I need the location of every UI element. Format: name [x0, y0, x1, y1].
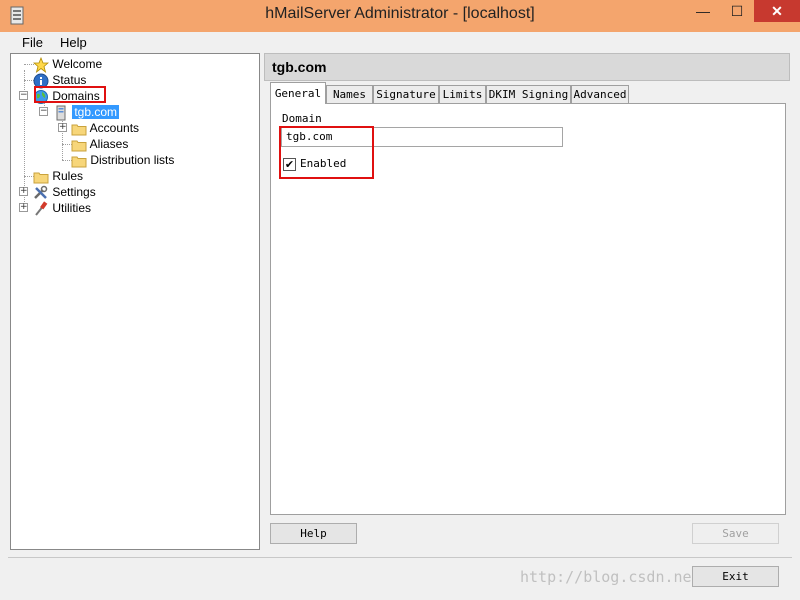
navigation-tree: Welcome Status − Domains − tgb.com + Acc… [10, 53, 260, 550]
tree-item-label: Utilities [52, 201, 92, 215]
collapse-domains-toggle[interactable]: − [19, 91, 28, 100]
menu-bar: File Help [8, 33, 792, 51]
tree-item-aliases[interactable]: Aliases [71, 136, 128, 152]
tree-item-label: Status [52, 73, 87, 87]
folder-icon [71, 156, 87, 168]
tree-item-label: Welcome [52, 57, 103, 71]
tree-item-welcome[interactable]: Welcome [33, 56, 103, 73]
help-button[interactable]: Help [270, 523, 357, 544]
star-icon [33, 56, 49, 73]
title-bar: hMailServer Administrator - [localhost] … [0, 0, 800, 32]
window-title: hMailServer Administrator - [localhost] [265, 5, 535, 22]
panel-header: tgb.com [264, 53, 790, 81]
tools-icon [34, 185, 48, 199]
tab-general[interactable]: General [270, 82, 326, 104]
menu-help[interactable]: Help [60, 35, 87, 50]
tree-item-label: Rules [52, 169, 84, 183]
tree-item-label: Settings [52, 185, 96, 199]
expand-settings-toggle[interactable]: + [19, 187, 28, 196]
expand-utilities-toggle[interactable]: + [19, 203, 28, 212]
exit-button[interactable]: Exit [692, 566, 779, 587]
annotation-box [279, 126, 374, 179]
folder-icon [71, 140, 87, 152]
tab-dkim-signing[interactable]: DKIM Signing [486, 85, 571, 103]
utilities-icon [35, 201, 48, 216]
folder-icon [71, 124, 87, 136]
domain-label: Domain [282, 112, 322, 125]
collapse-tgb-toggle[interactable]: − [39, 107, 48, 116]
close-button[interactable]: ✕ [754, 0, 800, 22]
tree-item-tgb-com[interactable]: tgb.com [53, 104, 120, 121]
maximize-button[interactable]: ☐ [720, 0, 754, 22]
minimize-button[interactable]: — [686, 0, 720, 22]
menu-file[interactable]: File [22, 35, 43, 50]
tree-item-label: Accounts [89, 121, 140, 135]
expand-accounts-toggle[interactable]: + [58, 123, 67, 132]
tab-limits[interactable]: Limits [439, 85, 486, 103]
tree-item-utilities[interactable]: Utilities [33, 200, 91, 216]
save-button[interactable]: Save [692, 523, 779, 544]
tree-item-rules[interactable]: Rules [33, 168, 83, 184]
divider [8, 557, 792, 558]
tree-item-settings[interactable]: Settings [33, 184, 96, 200]
tree-item-distribution-lists[interactable]: Distribution lists [71, 152, 174, 168]
panel-title: tgb.com [272, 59, 327, 75]
annotation-box [34, 86, 106, 103]
tab-names[interactable]: Names [326, 85, 373, 103]
general-tab-content: Domain tgb.com ✔ Enabled [270, 103, 786, 515]
tree-item-accounts[interactable]: Accounts [71, 120, 139, 136]
folder-icon [33, 172, 49, 184]
tree-item-label: tgb.com [72, 105, 120, 119]
tree-item-label: Aliases [89, 137, 129, 151]
tab-advanced[interactable]: Advanced [571, 85, 629, 103]
server-icon [56, 105, 66, 121]
tree-item-label: Distribution lists [90, 153, 175, 167]
tab-signature[interactable]: Signature [373, 85, 439, 103]
